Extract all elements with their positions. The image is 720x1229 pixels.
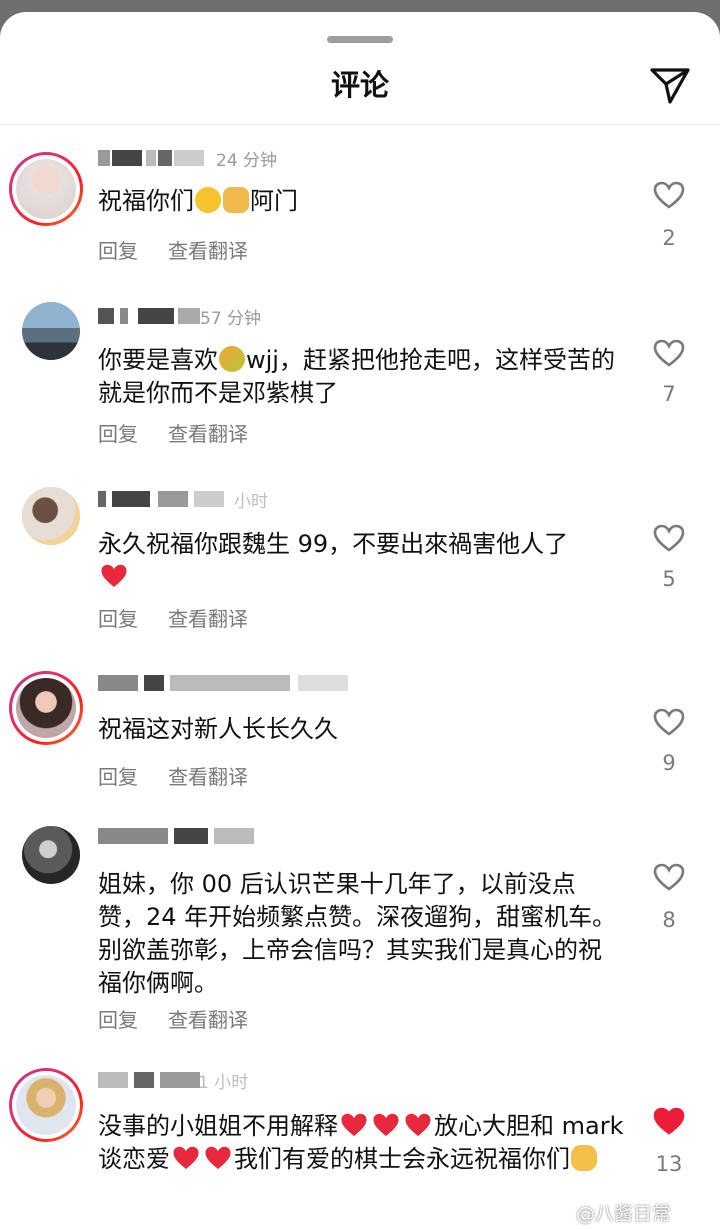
heart-icon[interactable]: [652, 180, 686, 210]
comment-text: 祝福你们 阿门: [98, 187, 298, 215]
avatar[interactable]: [22, 302, 80, 360]
send-icon[interactable]: [648, 62, 692, 106]
like-count: 7: [662, 382, 676, 406]
heart-icon[interactable]: [652, 707, 686, 737]
avatar[interactable]: [22, 826, 80, 884]
pray-emoji-icon: [223, 187, 249, 213]
comment-actions: 回复 查看翻译: [98, 761, 278, 790]
comment-actions: 回复 查看翻译: [98, 418, 278, 447]
comment-text: 祝福这对新人长长久久: [98, 715, 338, 743]
red-heart-emoji-icon: [173, 1146, 199, 1169]
heart-icon[interactable]: [652, 862, 686, 892]
translate-button[interactable]: 查看翻译: [168, 1008, 248, 1032]
comment-item: 姐妹，你 00 后认识芒果十几年了，以前没点赞，24 年开始频繁点赞。深夜遛狗，…: [0, 824, 720, 1064]
comments-sheet: 评论 24 分钟 祝福你们 阿门 回复 查看翻译 2 57 分钟 你要是喜欢 w…: [0, 12, 720, 1229]
comment-actions: 回复 查看翻译: [98, 235, 278, 264]
reply-button[interactable]: 回复: [98, 422, 138, 446]
red-heart-emoji-icon: [405, 1113, 431, 1136]
heart-icon[interactable]: [652, 338, 686, 368]
red-heart-emoji-icon: [205, 1146, 231, 1169]
comment-time: 57 分钟: [200, 309, 262, 329]
username-blurred[interactable]: [98, 1072, 278, 1088]
reply-button[interactable]: 回复: [98, 607, 138, 631]
username-blurred[interactable]: [98, 491, 298, 507]
comment-time: 小时: [234, 492, 268, 512]
comment-time: 24 分钟: [216, 151, 278, 171]
comment-actions: 回复 查看翻译: [98, 1004, 278, 1033]
comment-item: 小时 永久祝福你跟魏生 99，不要出來禍害他人了 回复 查看翻译 5: [0, 485, 720, 665]
reply-button[interactable]: 回复: [98, 1008, 138, 1032]
comment-actions: 回复 查看翻译: [98, 603, 278, 632]
username-blurred[interactable]: [98, 675, 358, 691]
watermark: @八酱日常: [576, 1203, 672, 1225]
avatar[interactable]: [9, 671, 83, 745]
comment-text: 永久祝福你跟魏生 99，不要出來禍害他人了: [98, 528, 618, 594]
heart-hands-emoji-icon: [571, 1145, 597, 1171]
translate-button[interactable]: 查看翻译: [168, 239, 248, 263]
translate-button[interactable]: 查看翻译: [168, 607, 248, 631]
comment-time: 1 小时: [198, 1073, 249, 1093]
red-heart-emoji-icon: [101, 564, 127, 587]
heart-icon-liked[interactable]: [652, 1106, 686, 1136]
translate-button[interactable]: 查看翻译: [168, 765, 248, 789]
comment-text: 你要是喜欢 wjj，赶紧把他抢走吧，这样受苦的就是你而不是邓紫棋了: [98, 346, 615, 407]
page-title: 评论: [330, 68, 389, 102]
like-count: 9: [662, 751, 676, 775]
translate-button[interactable]: 查看翻译: [168, 422, 248, 446]
drag-handle[interactable]: [327, 36, 393, 43]
reply-button[interactable]: 回复: [98, 239, 138, 263]
avatar[interactable]: [9, 1068, 83, 1142]
like-count: 13: [655, 1152, 683, 1176]
username-blurred[interactable]: [98, 308, 298, 324]
avatar[interactable]: [9, 152, 83, 226]
avatar[interactable]: [22, 487, 80, 545]
reply-button[interactable]: 回复: [98, 765, 138, 789]
username-blurred[interactable]: [98, 828, 298, 844]
comment-text: 姐妹，你 00 后认识芒果十几年了，以前没点赞，24 年开始频繁点赞。深夜遛狗，…: [98, 870, 617, 997]
heart-icon[interactable]: [652, 523, 686, 553]
comment-item: 祝福这对新人长长久久 回复 查看翻译 9: [0, 667, 720, 817]
comment-text: 没事的小姐姐不用解释 放心大胆和 mark 谈恋爱 我们有爱的棋士会永远祝福你们: [98, 1112, 624, 1173]
mango-emoji-icon: [219, 346, 245, 372]
red-heart-emoji-icon: [373, 1113, 399, 1136]
like-count: 5: [662, 567, 676, 591]
rofl-emoji-icon: [195, 187, 221, 213]
comment-item: 57 分钟 你要是喜欢 wjj，赶紧把他抢走吧，这样受苦的就是你而不是邓紫棋了 回…: [0, 300, 720, 480]
like-count: 8: [662, 908, 676, 932]
header-divider: [0, 124, 720, 125]
like-count: 2: [662, 226, 676, 250]
red-heart-emoji-icon: [341, 1113, 367, 1136]
comment-item: 24 分钟 祝福你们 阿门 回复 查看翻译 2: [0, 140, 720, 300]
